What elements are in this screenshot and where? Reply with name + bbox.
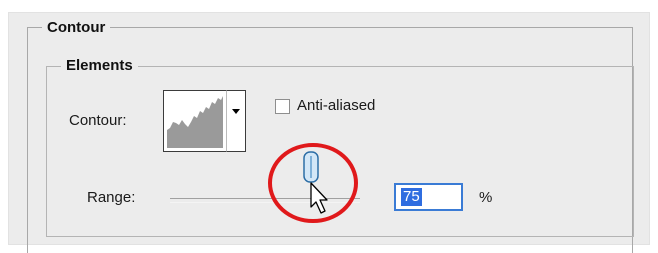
range-slider-track[interactable] — [170, 198, 360, 203]
chevron-down-icon — [232, 109, 240, 114]
range-value: 75 — [401, 188, 422, 206]
contour-picker[interactable] — [163, 90, 227, 152]
contour-section: Contour Elements Contour: Anti-aliased R… — [27, 19, 634, 253]
contour-section-title: Contour — [42, 19, 111, 36]
contour-dropdown-button[interactable] — [226, 90, 246, 152]
anti-aliased-label: Anti-aliased — [297, 97, 376, 114]
range-input[interactable]: 75 — [394, 183, 463, 211]
layer-style-panel: Contour Elements Contour: Anti-aliased R… — [8, 12, 650, 253]
percent-unit: % — [479, 189, 493, 206]
contour-label: Contour: — [69, 112, 127, 129]
range-label: Range: — [87, 189, 136, 206]
elements-group-title: Elements — [61, 57, 138, 74]
elements-group: Elements Contour: Anti-aliased Range: 75… — [46, 57, 634, 237]
anti-aliased-checkbox[interactable] — [275, 99, 290, 114]
contour-curve-icon — [167, 96, 223, 148]
